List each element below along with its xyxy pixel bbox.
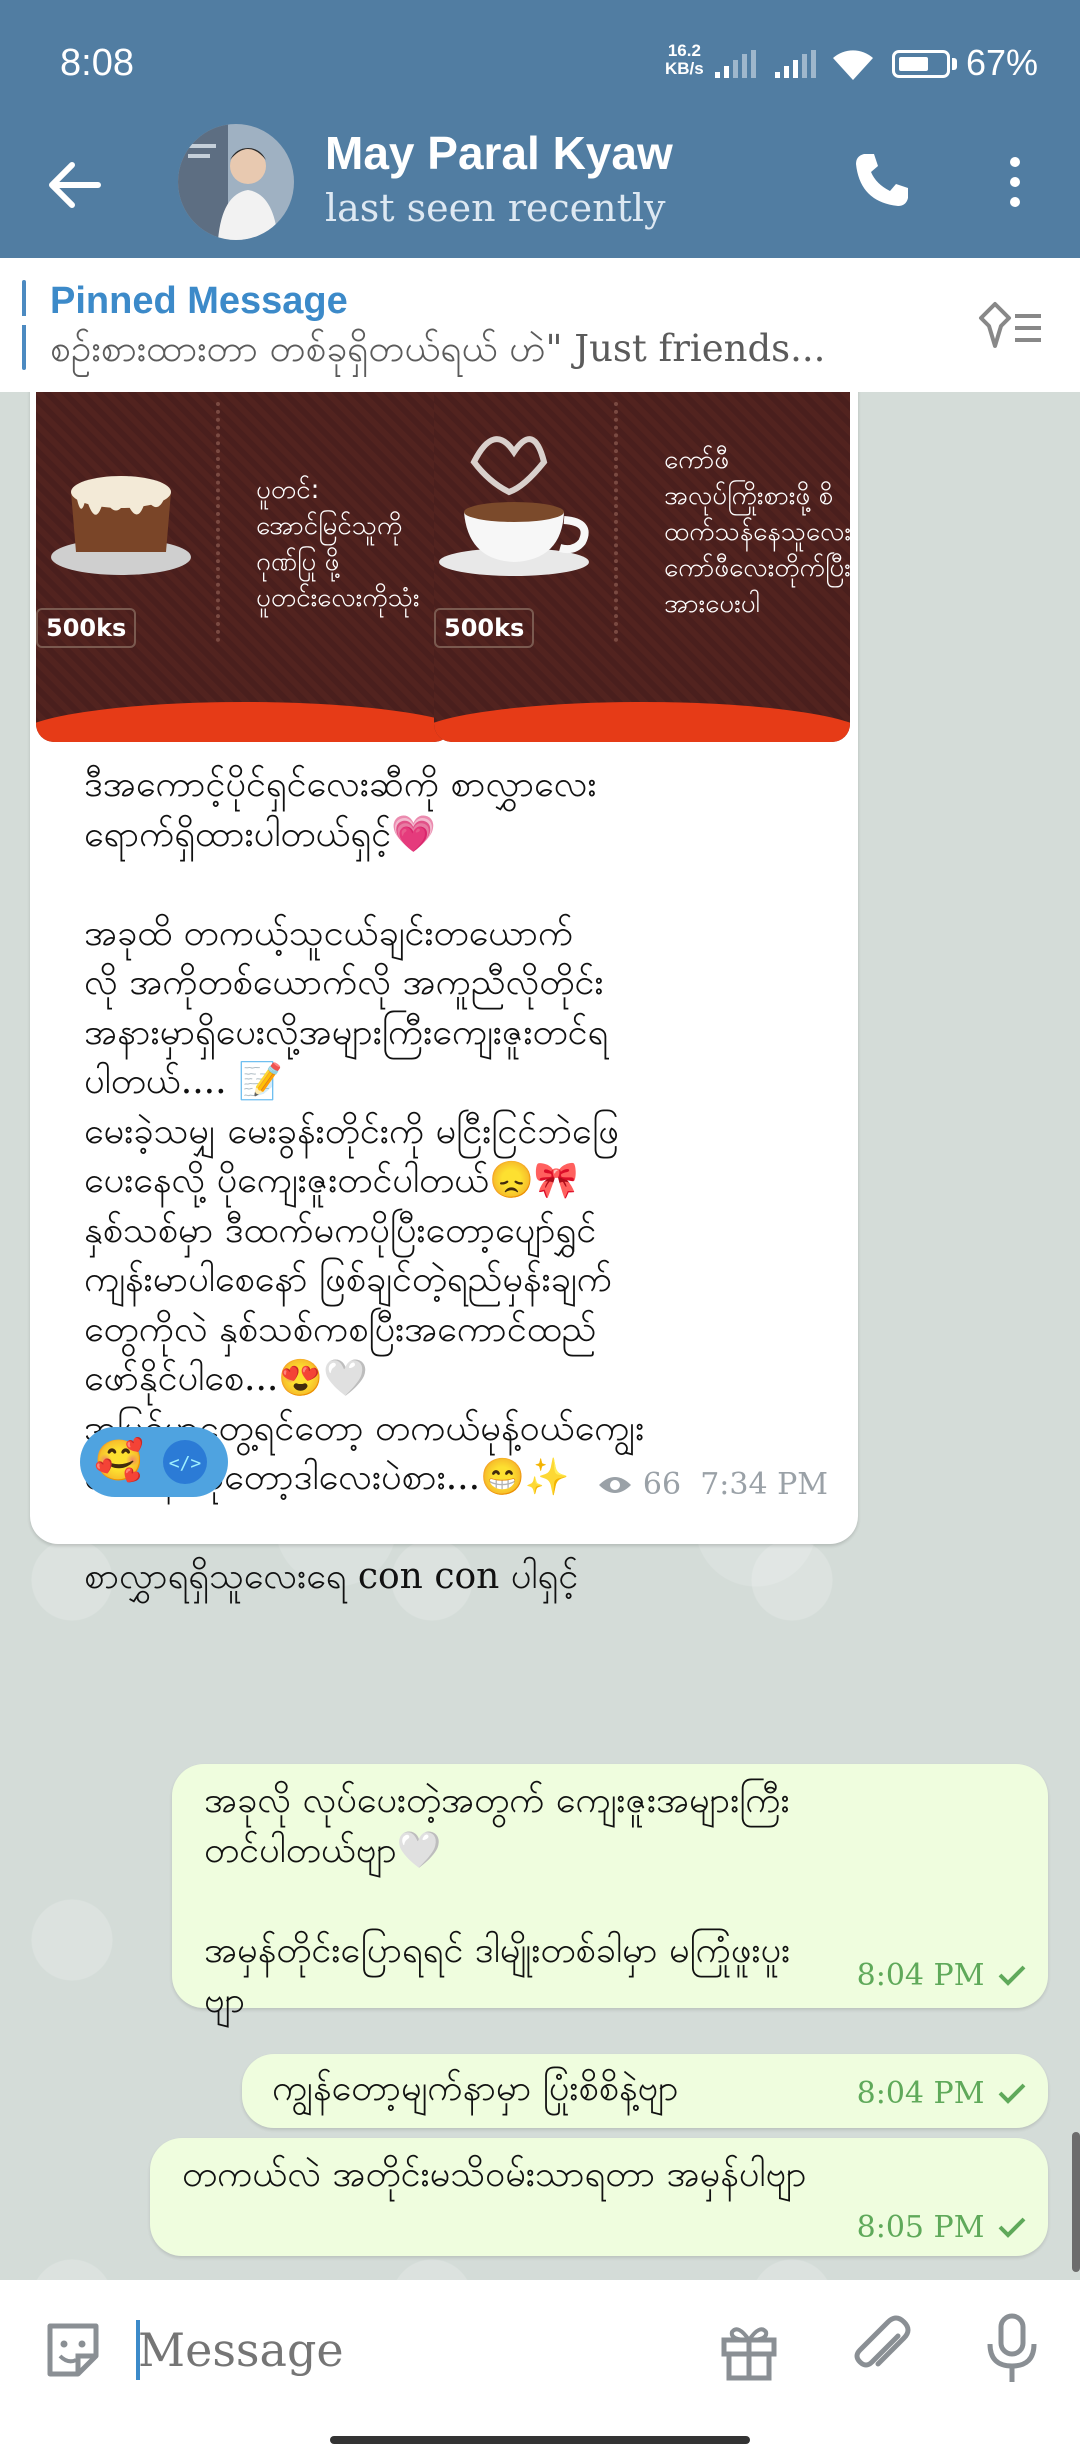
coffee-icon [439,436,589,576]
reaction-chip[interactable]: 🥰 </> [80,1427,228,1497]
pinned-title: Pinned Message [50,280,348,322]
message-meta: 66 7:34 PM [597,1467,828,1502]
avatar[interactable] [178,124,294,240]
decor-band [36,702,452,742]
microphone-icon[interactable] [982,2312,1042,2386]
status-time: 8:08 [60,42,134,84]
views-eye-icon [599,1477,632,1493]
message-time: 8:05 PM [856,2210,985,2245]
image-caption: ပူတင်: အောင်မြင်သူကို ဂုဏ်ပြု ဖို့ ပူတင်… [256,475,420,613]
divider [216,402,224,642]
image-attachment[interactable]: ကော်ဖီ အလုပ်ကြိုးစားဖို့ စိ ထက်သန်နေသူလေ… [434,392,850,742]
message-text: တကယ်လဲ အတိုင်းမသိဝမ်းသာရတာ အမှန်ပါဗျာ [182,2154,807,2195]
message-meta: 8:04 PM [857,1958,1028,1993]
view-count: 66 [642,1467,682,1502]
pinned-indicator [22,280,26,370]
message-time: 7:34 PM [700,1467,828,1502]
message-input[interactable] [136,2316,700,2384]
scrollbar[interactable] [1072,2132,1080,2272]
attach-paperclip-icon[interactable] [848,2314,918,2384]
battery-level [899,57,928,71]
image-attachment[interactable]: ပူတင်: အောင်မြင်သူကို ဂုဏ်ပြု ဖို့ ပူတင်… [36,392,452,742]
message-meta: 8:05 PM [857,2210,1028,2245]
network-speed: 16.2 KB/s [665,42,704,78]
divider [614,402,622,642]
pinned-message-bar[interactable]: Pinned Message စဥ်းစားထားတာ တစ်ခုရှိတယ်ရ… [0,258,1080,393]
phone-icon[interactable] [850,148,914,212]
emoji-sticker-icon[interactable] [40,2318,106,2384]
outgoing-message[interactable]: ကျွန်တော့မျက်နာမှာ ပြုံးစိစိနဲ့ဗျာ 8:04 … [242,2054,1048,2128]
read-check-icon [998,1965,1026,1986]
signal-icon [715,50,756,78]
chat-area[interactable]: ပူတင်: အောင်မြင်သူကို ဂုဏ်ပြု ဖို့ ပူတင်… [0,392,1080,2280]
contact-name[interactable]: May Paral Kyaw [325,126,673,180]
reaction-emoji: 🥰 [94,1438,144,1484]
network-speed-unit: KB/s [665,59,704,78]
battery-tip [952,58,957,70]
read-check-icon [998,2217,1026,2238]
decor-band [434,702,850,742]
price-tag: 500ks [36,608,137,648]
wifi-icon [833,50,873,80]
outgoing-message[interactable]: အခုလို လုပ်ပေးတဲ့အတွက် ကျေးဇူးအများကြီး … [172,1764,1048,2021]
status-bar: 8:08 16.2 KB/s 67% [0,0,1080,120]
image-caption: ကော်ဖီ အလုပ်ကြိုးစားဖို့ စိ ထက်သန်နေသူလေ… [664,445,850,619]
back-arrow-icon[interactable] [40,150,110,220]
message-time: 8:04 PM [856,2076,985,2111]
pudding-icon [51,476,191,575]
network-speed-value: 16.2 [667,41,701,60]
message-meta: 8:04 PM [857,2076,1028,2111]
code-avatar-icon: </> [163,1440,207,1484]
svg-text:</>: </> [169,1453,202,1474]
pinned-preview: စဥ်းစားထားတာ တစ်ခုရှိတယ်ရယ် ဟဲ" Just fri… [50,327,826,370]
read-check-icon [998,2083,1026,2104]
more-options-icon[interactable] [995,150,1035,214]
avatar-photo [178,124,294,240]
contact-last-seen: last seen recently [325,186,666,230]
app-bar: 8:08 16.2 KB/s 67% May Paral Kyaw last s… [0,0,1080,258]
gift-icon[interactable] [716,2318,782,2384]
pinned-list-icon[interactable] [975,296,1045,356]
incoming-message[interactable]: ပူတင်: အောင်မြင်သူကို ဂုဏ်ပြု ဖို့ ပူတင်… [30,392,858,1597]
signal-icon [775,50,816,78]
battery-percent: 67% [966,42,1039,83]
message-time: 8:04 PM [856,1958,985,1993]
message-text: ကျွန်တော့မျက်နာမှာ ပြုံးစိစိနဲ့ဗျာ [272,2068,679,2109]
battery-icon [892,50,950,78]
home-indicator[interactable] [330,2436,750,2444]
outgoing-message[interactable]: တကယ်လဲ အတိုင်းမသိဝမ်းသာရတာ အမှန်ပါဗျာ 8:… [150,2138,1048,2256]
price-tag: 500ks [434,608,535,648]
